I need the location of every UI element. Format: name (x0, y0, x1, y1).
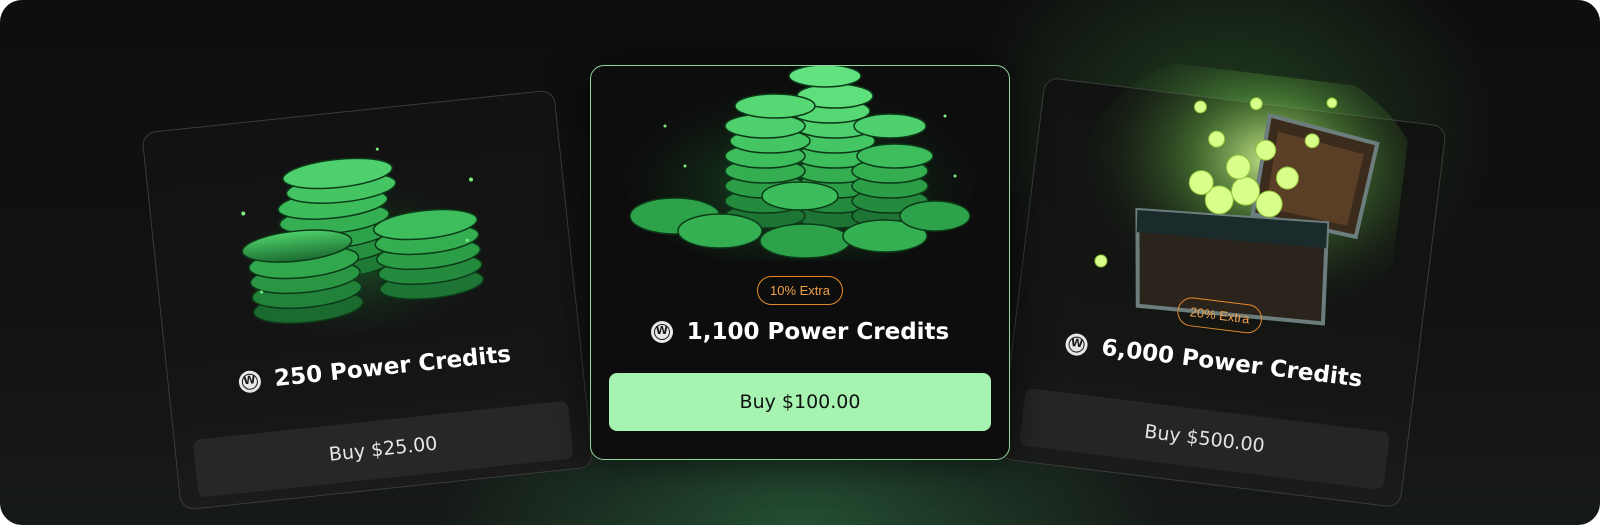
package-credits-label: 250 Power Credits (273, 341, 513, 393)
package-card-6000: 20% Extra 6,000 Power Credits Buy $500.0… (998, 52, 1447, 509)
power-credit-coin-icon (237, 369, 262, 394)
store-stage: 250 Power Credits Buy $25.00 (0, 0, 1600, 525)
package-title: 1,100 Power Credits (591, 319, 1009, 345)
package-card-1100: 10% Extra 1,100 Power Credits Buy $100.0… (590, 65, 1010, 460)
chip-stack-small-image (232, 147, 492, 337)
package-credits-label: 1,100 Power Credits (686, 319, 950, 345)
power-credit-coin-icon (1064, 332, 1090, 357)
power-credit-coin-icon (650, 321, 673, 343)
treasure-chest-image (1081, 52, 1414, 326)
bonus-badge: 10% Extra (757, 276, 843, 305)
buy-250-button[interactable]: Buy $25.00 (192, 400, 574, 498)
package-credits-label: 6,000 Power Credits (1100, 334, 1364, 393)
buy-1100-button[interactable]: Buy $100.00 (609, 373, 991, 431)
buy-6000-button[interactable]: Buy $500.00 (1018, 387, 1391, 491)
chip-pile-large-image (625, 66, 975, 261)
package-title: 250 Power Credits (168, 334, 581, 403)
package-card-250: 250 Power Credits Buy $25.00 (141, 89, 594, 511)
